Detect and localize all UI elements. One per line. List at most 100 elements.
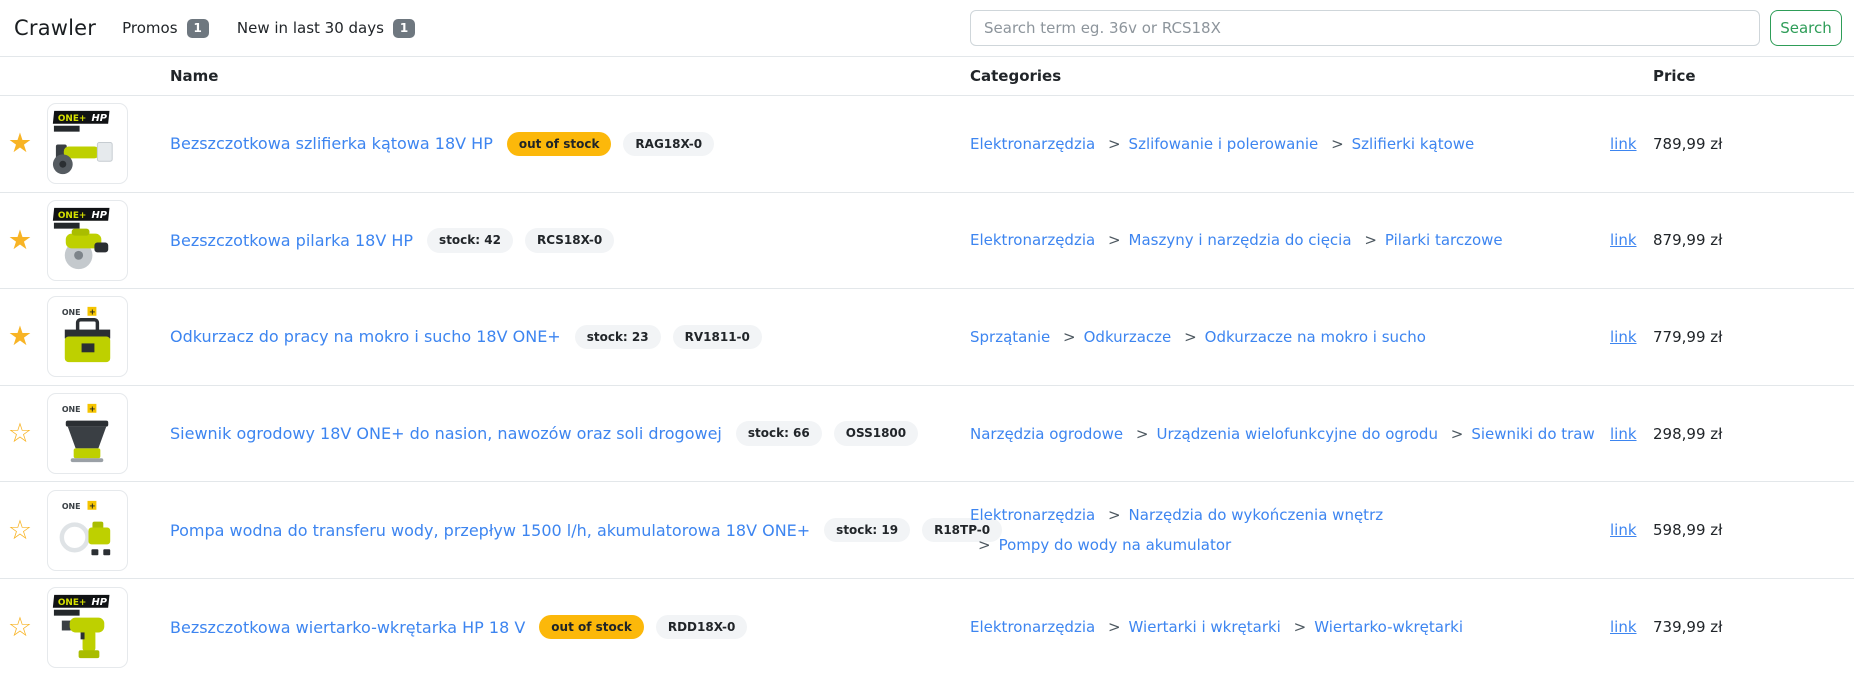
table-row: ☆ ONE + Pompa wodna do transferu wody, p… <box>0 482 1854 579</box>
column-header-name: Name <box>150 57 960 95</box>
stock-badge: stock: 66 <box>736 421 822 445</box>
category-link[interactable]: Szlifowanie i polerowanie <box>1129 135 1319 153</box>
category-link[interactable]: Sprzątanie <box>970 328 1050 346</box>
star-outline-icon[interactable]: ☆ <box>8 614 32 641</box>
svg-text:ONE: ONE <box>62 501 81 510</box>
category-breadcrumb: Narzędzia ogrodowe > Urządzenia wielofunk… <box>970 419 1595 449</box>
category-link[interactable]: Siewniki do traw <box>1471 425 1594 443</box>
svg-text:+: + <box>89 404 96 413</box>
product-link[interactable]: link <box>1610 425 1637 443</box>
category-link[interactable]: Maszyny i narzędzia do cięcia <box>1129 231 1352 249</box>
category-link[interactable]: Urządzenia wielofunkcyjne do ogrodu <box>1156 425 1437 443</box>
product-link[interactable]: link <box>1610 521 1637 539</box>
breadcrumb-separator: > <box>1184 328 1197 346</box>
products-table: ★ ONE+ HP Bezszczotkowa szlifierka kątow… <box>0 96 1854 676</box>
category-link[interactable]: Wiertarko-wkrętarki <box>1314 618 1463 636</box>
table-row: ★ ONE + Odkurzacz do pracy na mokro i su… <box>0 289 1854 386</box>
svg-text:ONE: ONE <box>62 308 81 317</box>
product-image: ONE+ HP <box>47 200 128 281</box>
product-price: 598,99 zł <box>1653 521 1722 539</box>
product-link[interactable]: link <box>1610 328 1637 346</box>
nav-promos[interactable]: Promos 1 <box>122 19 209 38</box>
search-input[interactable] <box>970 10 1760 46</box>
svg-text:+: + <box>89 308 96 317</box>
category-breadcrumb: Elektronarzędzia > Narzędzia do wykończen… <box>970 500 1383 560</box>
category-link[interactable]: Elektronarzędzia <box>970 506 1095 524</box>
product-image: ONE + <box>47 490 128 571</box>
product-price: 789,99 zł <box>1653 135 1722 153</box>
breadcrumb-separator: > <box>1364 231 1377 249</box>
app-title: Crawler <box>14 16 96 40</box>
svg-text:HP: HP <box>91 597 107 608</box>
category-link[interactable]: Pilarki tarczowe <box>1385 231 1503 249</box>
breadcrumb-separator: > <box>1108 506 1121 524</box>
breadcrumb-separator: > <box>1108 618 1121 636</box>
table-header: Name Categories Price <box>0 57 1854 96</box>
breadcrumb-separator: > <box>1331 135 1344 153</box>
breadcrumb-separator: > <box>1294 618 1307 636</box>
nav-new-label: New in last 30 days <box>237 19 384 37</box>
top-bar: Crawler Promos 1 New in last 30 days 1 S… <box>0 0 1854 57</box>
breadcrumb-separator: > <box>1136 425 1149 443</box>
star-outline-icon[interactable]: ☆ <box>8 420 32 447</box>
product-image: ONE + <box>47 393 128 474</box>
stock-badge: stock: 42 <box>427 228 513 252</box>
stock-badge: out of stock <box>507 132 612 156</box>
sku-badge: RDD18X-0 <box>656 615 747 639</box>
product-image: ONE+ HP <box>47 587 128 668</box>
product-name-link[interactable]: Odkurzacz do pracy na mokro i sucho 18V … <box>170 327 561 346</box>
product-price: 298,99 zł <box>1653 425 1722 443</box>
category-link[interactable]: Elektronarzędzia <box>970 231 1095 249</box>
table-row: ☆ ONE + Siewnik ogrodowy 18V ONE+ do nas… <box>0 386 1854 483</box>
sku-badge: RV1811-0 <box>673 325 762 349</box>
star-filled-icon[interactable]: ★ <box>8 130 32 157</box>
breadcrumb-separator: > <box>1063 328 1076 346</box>
new-count-badge: 1 <box>393 19 415 38</box>
search-area: Search <box>970 10 1842 46</box>
svg-text:ONE+: ONE+ <box>58 598 86 608</box>
product-name-link[interactable]: Siewnik ogrodowy 18V ONE+ do nasion, naw… <box>170 424 722 443</box>
category-link[interactable]: Pompy do wody na akumulator <box>999 536 1232 554</box>
product-image: ONE+ HP <box>47 103 128 184</box>
product-link[interactable]: link <box>1610 231 1637 249</box>
category-link[interactable]: Narzędzia do wykończenia wnętrz <box>1129 506 1384 524</box>
nav-promos-label: Promos <box>122 19 177 37</box>
category-breadcrumb: Elektronarzędzia > Maszyny i narzędzia do… <box>970 225 1503 255</box>
breadcrumb-separator: > <box>1108 231 1121 249</box>
stock-badge: stock: 19 <box>824 518 910 542</box>
svg-text:+: + <box>89 501 96 510</box>
product-name-link[interactable]: Bezszczotkowa wiertarko-wkrętarka HP 18 … <box>170 618 525 637</box>
svg-text:ONE: ONE <box>62 405 81 414</box>
star-filled-icon[interactable]: ★ <box>8 323 32 350</box>
table-row: ★ ONE+ HP Bezszczotkowa pilarka 18V HP s… <box>0 193 1854 290</box>
product-price: 739,99 zł <box>1653 618 1722 636</box>
category-link[interactable]: Wiertarki i wkrętarki <box>1129 618 1281 636</box>
svg-text:HP: HP <box>91 113 107 124</box>
breadcrumb-separator: > <box>978 536 991 554</box>
star-filled-icon[interactable]: ★ <box>8 227 32 254</box>
category-link[interactable]: Elektronarzędzia <box>970 618 1095 636</box>
sku-badge: RAG18X-0 <box>623 132 714 156</box>
product-name-link[interactable]: Pompa wodna do transferu wody, przepływ … <box>170 521 810 540</box>
category-breadcrumb: Elektronarzędzia > Szlifowanie i polerowa… <box>970 129 1474 159</box>
product-name-link[interactable]: Bezszczotkowa szlifierka kątowa 18V HP <box>170 134 493 153</box>
breadcrumb-separator: > <box>1108 135 1121 153</box>
category-link[interactable]: Szlifierki kątowe <box>1352 135 1475 153</box>
search-button[interactable]: Search <box>1770 10 1842 46</box>
category-link[interactable]: Narzędzia ogrodowe <box>970 425 1123 443</box>
star-outline-icon[interactable]: ☆ <box>8 517 32 544</box>
nav-new-in-last-30-days[interactable]: New in last 30 days 1 <box>237 19 415 38</box>
category-link[interactable]: Odkurzacze <box>1084 328 1172 346</box>
column-header-categories: Categories <box>960 57 1595 95</box>
stock-badge: stock: 23 <box>575 325 661 349</box>
table-row: ★ ONE+ HP Bezszczotkowa szlifierka kątow… <box>0 96 1854 193</box>
product-name-link[interactable]: Bezszczotkowa pilarka 18V HP <box>170 231 413 250</box>
product-link[interactable]: link <box>1610 618 1637 636</box>
sku-badge: OSS1800 <box>834 421 918 445</box>
promos-count-badge: 1 <box>187 19 209 38</box>
category-link[interactable]: Odkurzacze na mokro i sucho <box>1205 328 1426 346</box>
product-price: 779,99 zł <box>1653 328 1722 346</box>
product-link[interactable]: link <box>1610 135 1637 153</box>
product-price: 879,99 zł <box>1653 231 1722 249</box>
category-link[interactable]: Elektronarzędzia <box>970 135 1095 153</box>
